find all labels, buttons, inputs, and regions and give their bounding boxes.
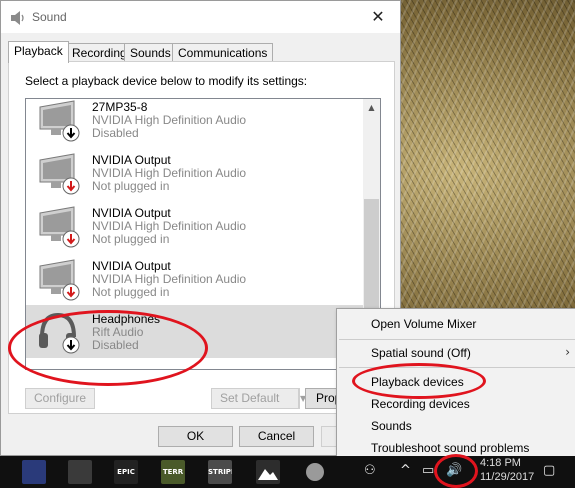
people-icon[interactable]: ⚇ (364, 463, 376, 478)
device-status: Disabled (92, 126, 139, 140)
mountain-icon (258, 469, 278, 480)
taskbar: EPIC TERR STRIPE ⚇ ^ ▭ 🔊 4:18 PM 11/29/2… (0, 456, 575, 488)
menu-item-spatial-sound[interactable]: Spatial sound (Off) › (338, 342, 575, 364)
device-item[interactable]: NVIDIA Output NVIDIA High Definition Aud… (26, 146, 364, 199)
device-name: NVIDIA Output (92, 153, 171, 167)
clock-time[interactable]: 4:18 PM (480, 457, 521, 469)
device-name: NVIDIA Output (92, 259, 171, 273)
set-default-label: Set Default (220, 391, 280, 405)
device-driver: Rift Audio (92, 325, 144, 339)
device-status: Disabled (92, 338, 139, 352)
tab-sounds[interactable]: Sounds (124, 43, 177, 62)
menu-item-label: Troubleshoot sound problems (371, 441, 530, 455)
device-name: Headphones (92, 312, 161, 326)
tab-communications[interactable]: Communications (172, 43, 274, 62)
menu-separator (339, 339, 575, 340)
app-terraria-icon[interactable]: TERR (161, 460, 185, 484)
menu-item-playback-devices[interactable]: Playback devices (338, 371, 575, 393)
scroll-up-arrow-icon[interactable]: ▲ (363, 99, 380, 116)
menu-item-recording-devices[interactable]: Recording devices (338, 393, 575, 415)
menu-item-label: Playback devices (371, 375, 464, 389)
menu-item-label: Spatial sound (Off) (371, 346, 471, 360)
menu-item-open-volume-mixer[interactable]: Open Volume Mixer (338, 313, 575, 335)
menu-item-label: Recording devices (371, 397, 470, 411)
menu-item-sounds[interactable]: Sounds (338, 415, 575, 437)
clapperboard-icon[interactable] (68, 460, 92, 484)
volume-icon[interactable]: 🔊 (446, 463, 462, 478)
tab-recording[interactable]: Recording (66, 43, 133, 62)
network-icon[interactable]: ▭ (422, 463, 434, 478)
device-name: 27MP35-8 (92, 100, 148, 114)
device-name: NVIDIA Output (92, 206, 171, 220)
device-driver: NVIDIA High Definition Audio (92, 166, 247, 180)
menu-item-label: Open Volume Mixer (371, 317, 477, 331)
device-driver: NVIDIA High Definition Audio (92, 272, 247, 286)
device-list[interactable]: 27MP35-8 NVIDIA High Definition Audio Di… (25, 98, 381, 370)
panel-instruction: Select a playback device below to modify… (25, 74, 308, 88)
device-driver: NVIDIA High Definition Audio (92, 113, 247, 127)
title-bar: Sound ✕ (1, 1, 400, 33)
tab-playback[interactable]: Playback (8, 41, 69, 63)
clock-date[interactable]: 11/29/2017 (480, 471, 534, 483)
volume-context-menu: Open Volume Mixer Spatial sound (Off) › … (336, 308, 575, 460)
device-item-headphones[interactable]: Headphones Rift Audio Disabled (26, 305, 364, 358)
cancel-button[interactable]: Cancel (239, 426, 314, 447)
monitor-icon (39, 206, 80, 248)
device-status: Not plugged in (92, 232, 170, 246)
monitor-icon (39, 153, 80, 195)
device-item[interactable]: NVIDIA Output NVIDIA High Definition Aud… (26, 252, 364, 305)
device-driver: NVIDIA High Definition Audio (92, 219, 247, 233)
headphones-icon (39, 312, 80, 354)
app-1-icon[interactable] (22, 460, 46, 484)
monitor-icon (39, 259, 80, 301)
device-status: Not plugged in (92, 285, 170, 299)
ok-button[interactable]: OK (158, 426, 233, 447)
close-button[interactable]: ✕ (366, 6, 390, 28)
chevron-right-icon: › (565, 345, 570, 359)
device-item[interactable]: 27MP35-8 NVIDIA High Definition Audio Di… (26, 99, 364, 146)
app-stripe-icon[interactable]: STRIPE (208, 460, 232, 484)
window-title: Sound (32, 10, 67, 24)
epic-games-icon[interactable]: EPIC (114, 460, 138, 484)
notifications-icon[interactable]: ▢ (543, 463, 555, 478)
device-status: Not plugged in (92, 179, 170, 193)
monitor-icon (39, 100, 80, 142)
photos-icon[interactable] (256, 460, 280, 484)
menu-separator (339, 367, 575, 368)
app-round-icon[interactable] (303, 460, 327, 484)
set-default-button[interactable]: Set Default ▼ (211, 388, 306, 409)
chevron-up-icon[interactable]: ^ (400, 463, 411, 478)
speaker-icon (11, 11, 24, 25)
menu-item-label: Sounds (371, 419, 412, 433)
configure-button[interactable]: Configure (25, 388, 95, 409)
device-item[interactable]: NVIDIA Output NVIDIA High Definition Aud… (26, 199, 364, 252)
